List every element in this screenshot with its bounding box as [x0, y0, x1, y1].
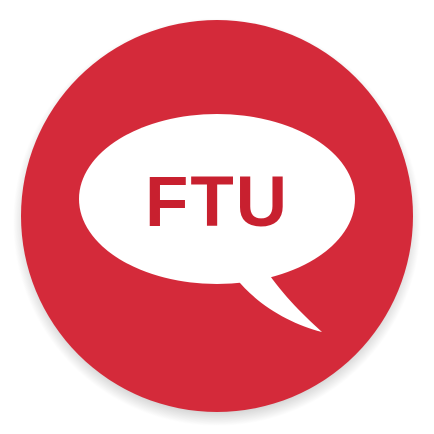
icon-label-text: FTU	[144, 162, 289, 242]
app-icon-canvas: FTU	[0, 0, 434, 434]
